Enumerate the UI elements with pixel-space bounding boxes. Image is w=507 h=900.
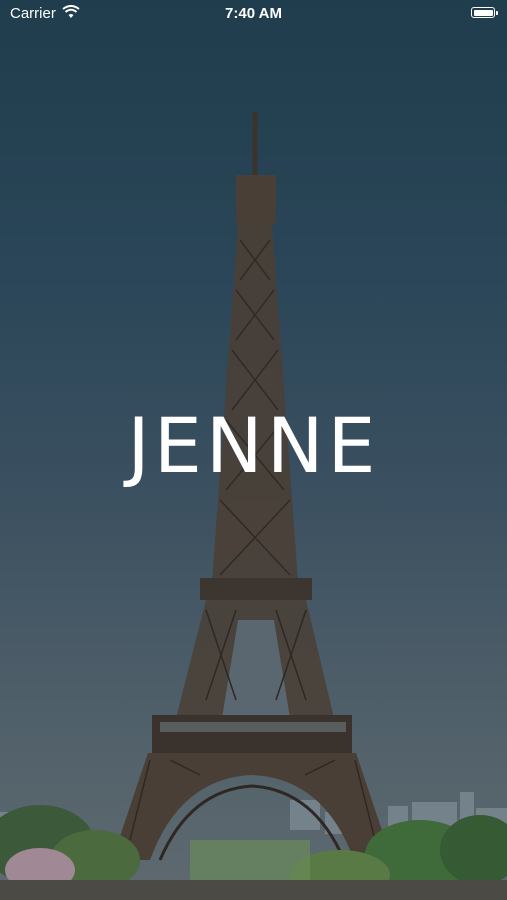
status-bar: Carrier 7:40 AM [0,0,507,28]
battery-icon [471,7,498,18]
splash-screen: Carrier 7:40 AM JENNE [0,0,507,900]
app-logo: JENNE [127,401,380,490]
status-time: 7:40 AM [225,5,282,22]
